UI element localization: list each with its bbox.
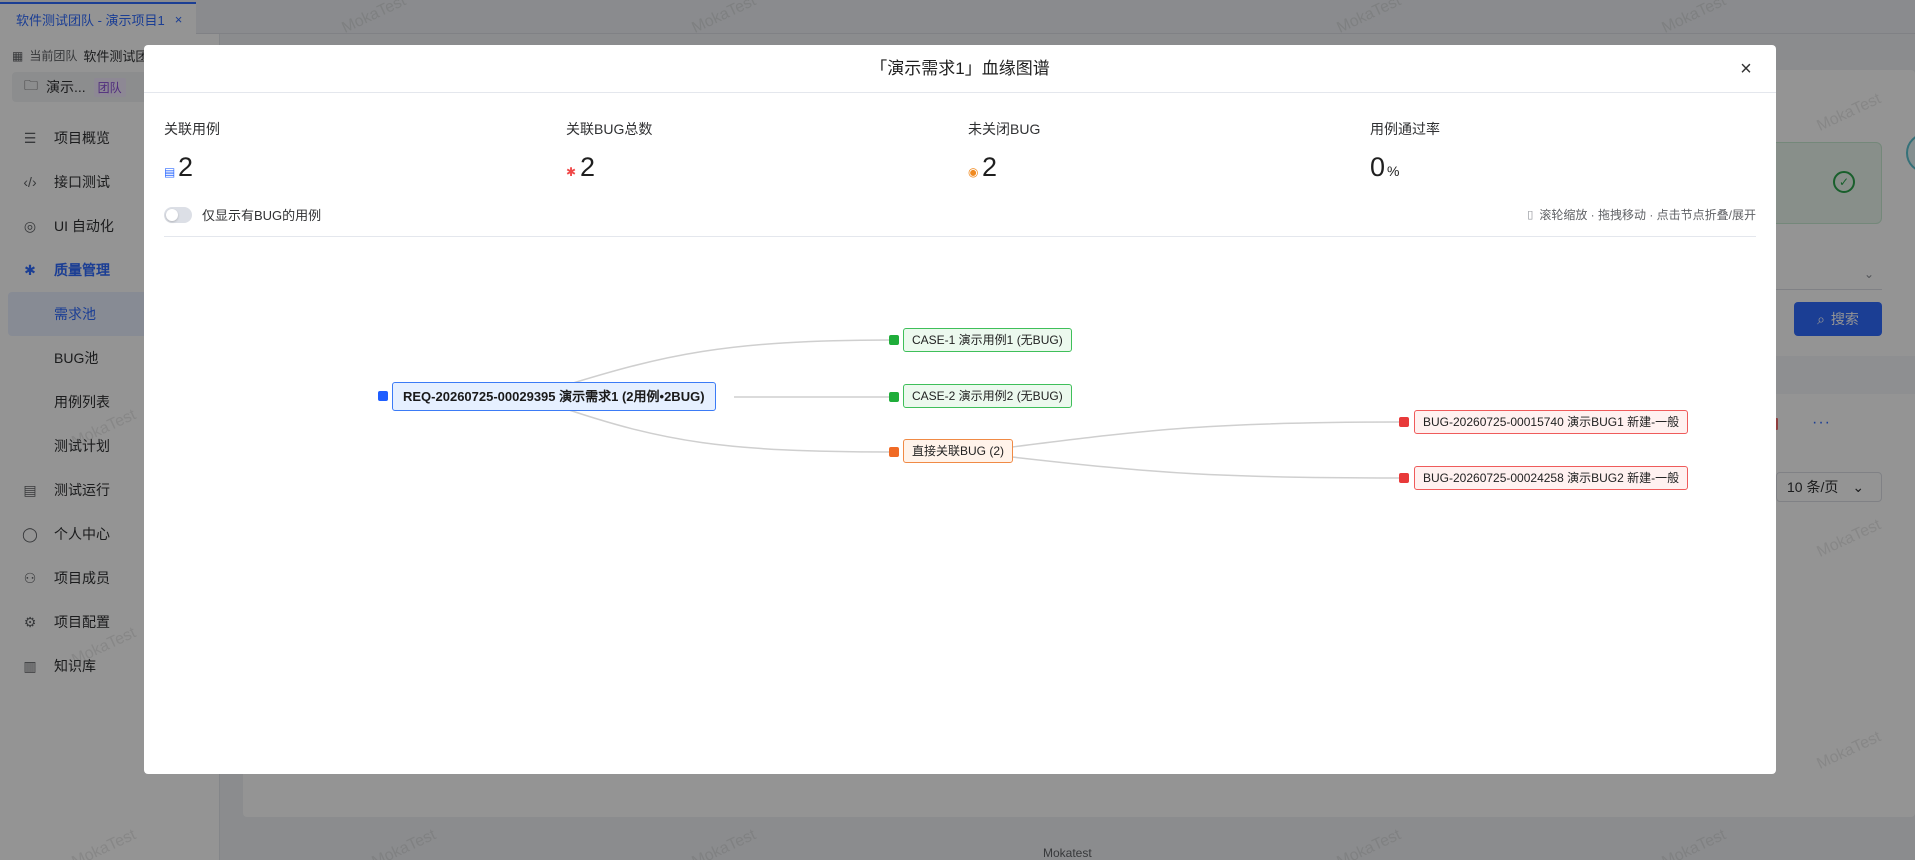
- edge-buggroup-bug1: [1011, 421, 1405, 448]
- stat-label: 关联用例: [164, 121, 220, 137]
- graph-node-case-1[interactable]: CASE-1 演示用例1 (无BUG): [903, 328, 1072, 352]
- alert-circle-icon: ◉: [968, 165, 979, 179]
- graph-node-bug-group[interactable]: 直接关联BUG (2): [903, 439, 1014, 463]
- stat-value: 2: [982, 152, 998, 182]
- bug-only-switch[interactable]: [164, 206, 192, 223]
- stat-total-bugs: 关联BUG总数 ✱ 2: [566, 119, 886, 181]
- case-dot: [889, 392, 899, 402]
- stat-value-row: ◉ 2: [968, 153, 1288, 181]
- stat-value: 0: [1370, 152, 1386, 182]
- graph-node-requirement[interactable]: REQ-20260725-00029395 演示需求1 (2用例•2BUG): [392, 382, 716, 411]
- requirement-dot: [378, 391, 388, 401]
- modal-header: 「演示需求1」血缘图谱 ×: [144, 45, 1776, 93]
- stat-value-row: ✱ 2: [566, 153, 886, 181]
- stat-label: 用例通过率: [1370, 121, 1440, 137]
- toggle-label: 仅显示有BUG的用例: [202, 208, 322, 223]
- hint-text: 滚轮缩放 · 拖拽移动 · 点击节点折叠/展开: [1539, 208, 1756, 222]
- stat-value-row: 0 %: [1370, 153, 1690, 181]
- bug-only-toggle-row: 仅显示有BUG的用例: [164, 205, 321, 224]
- bug-group-dot: [889, 447, 899, 457]
- bug-dot: [1399, 473, 1409, 483]
- graph-node-bug-2[interactable]: BUG-20260725-00024258 演示BUG2 新建-一般: [1414, 466, 1689, 490]
- document-icon: ▤: [164, 165, 176, 179]
- graph-edges: [559, 339, 1405, 479]
- stat-label: 未关闭BUG: [968, 121, 1041, 137]
- edge-buggroup-bug2: [1011, 456, 1405, 479]
- mouse-icon: ▯: [1527, 209, 1534, 221]
- stat-value: 2: [580, 152, 596, 182]
- stat-pass-rate: 用例通过率 0 %: [1370, 119, 1690, 181]
- lineage-modal: 「演示需求1」血缘图谱 × 关联用例 ▤ 2 关联BUG总数 ✱ 2 未关闭BU…: [144, 45, 1776, 774]
- edge-root-buggroup: [559, 406, 895, 453]
- graph-node-case-2[interactable]: CASE-2 演示用例2 (无BUG): [903, 384, 1072, 408]
- stat-unit: %: [1387, 163, 1400, 179]
- modal-title: 「演示需求1」血缘图谱: [870, 59, 1050, 78]
- case-dot: [889, 335, 899, 345]
- edge-root-case1: [559, 339, 895, 388]
- graph-node-bug-1[interactable]: BUG-20260725-00015740 演示BUG1 新建-一般: [1414, 410, 1689, 434]
- close-icon[interactable]: ×: [1734, 57, 1758, 81]
- bug-dot: [1399, 417, 1409, 427]
- stat-label: 关联BUG总数: [566, 121, 653, 137]
- stat-value-row: ▤ 2: [164, 153, 484, 181]
- stat-value: 2: [178, 152, 194, 182]
- stat-linked-cases: 关联用例 ▤ 2: [164, 119, 484, 181]
- stat-open-bugs: 未关闭BUG ◉ 2: [968, 119, 1288, 181]
- bug-icon: ✱: [566, 165, 577, 179]
- graph-hint: ▯ 滚轮缩放 · 拖拽移动 · 点击节点折叠/展开: [1527, 206, 1756, 223]
- lineage-graph[interactable]: REQ-20260725-00029395 演示需求1 (2用例•2BUG) C…: [144, 237, 1776, 774]
